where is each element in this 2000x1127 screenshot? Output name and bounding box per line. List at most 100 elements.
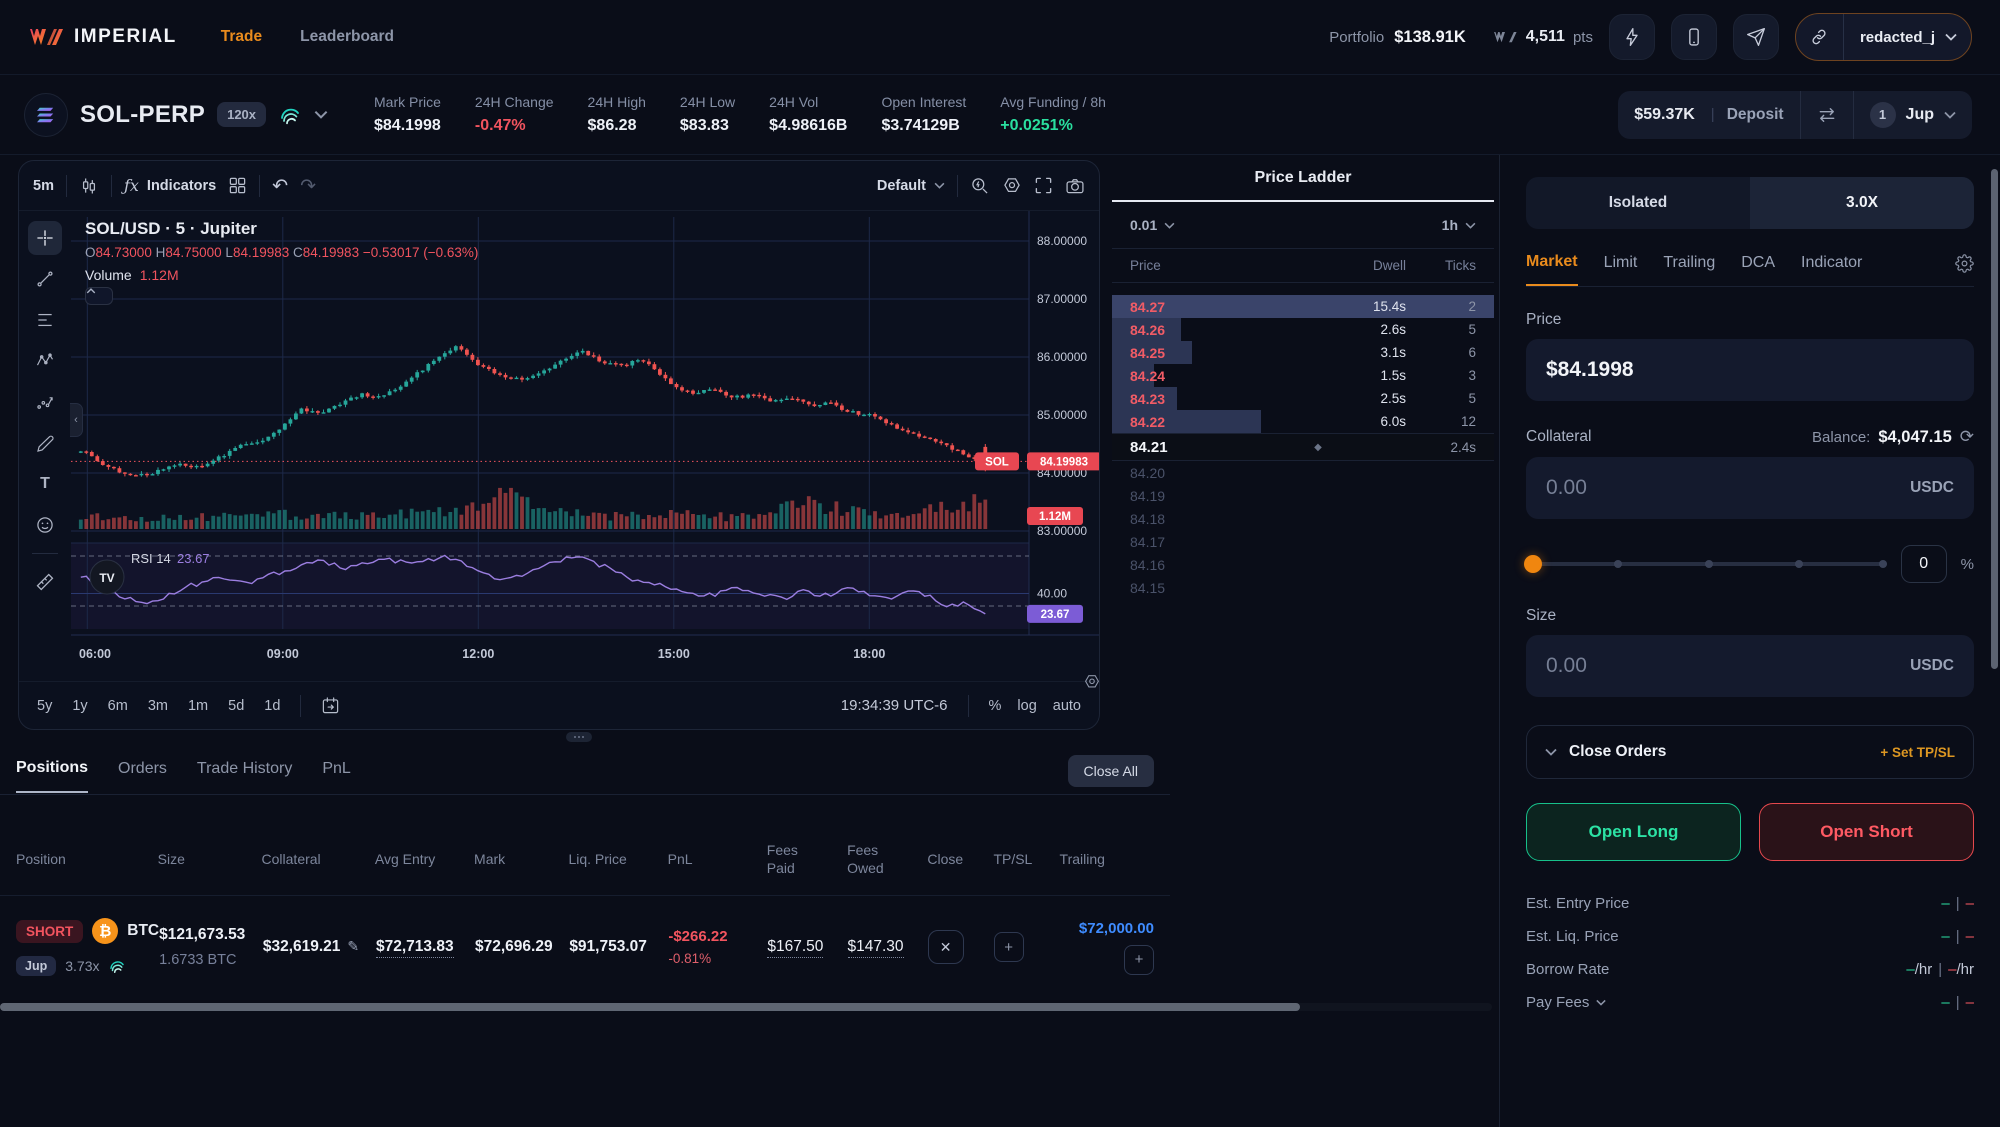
add-tpsl-button[interactable]: +	[994, 932, 1024, 962]
portfolio-value[interactable]: $138.91K	[1394, 28, 1466, 47]
ladder-row[interactable]: 84.27 15.4s 2	[1112, 295, 1494, 318]
window-selector[interactable]: 1h	[1442, 217, 1476, 233]
ladder-row[interactable]: 84.22 6.0s 12	[1112, 410, 1494, 433]
legend-collapse-button[interactable]	[85, 287, 113, 305]
wallet-link-area[interactable]	[1796, 14, 1844, 60]
panel-collapse-handle[interactable]: ‹	[70, 403, 83, 437]
tab-pnl[interactable]: PnL	[322, 760, 350, 792]
nav-leaderboard[interactable]: Leaderboard	[300, 28, 394, 46]
size-input[interactable]: 0.00 USDC	[1526, 635, 1974, 697]
undo-button[interactable]: ↶	[272, 175, 288, 197]
ladder-row[interactable]: 84.25 3.1s 6	[1112, 341, 1494, 364]
order-tab-limit[interactable]: Limit	[1604, 254, 1638, 285]
nav-trade[interactable]: Trade	[221, 28, 262, 46]
fees-owed-cell: $147.30	[848, 938, 928, 956]
tab-positions[interactable]: Positions	[16, 759, 88, 793]
boost-button[interactable]	[1609, 14, 1655, 60]
leverage-button[interactable]: 3.0X	[1750, 177, 1974, 229]
collateral-input[interactable]: 0.00 USDC	[1526, 457, 1974, 519]
order-tab-market[interactable]: Market	[1526, 253, 1578, 286]
open-long-button[interactable]: Open Long	[1526, 803, 1741, 861]
trailing-value[interactable]: $72,000.00	[1060, 920, 1154, 937]
scale-log[interactable]: log	[1017, 698, 1036, 714]
edit-collateral-icon[interactable]: ✎	[347, 938, 359, 954]
crosshair-tool[interactable]	[28, 221, 62, 255]
go-to-date-button[interactable]	[321, 696, 340, 715]
indicators-button[interactable]: ƒx Indicators	[124, 176, 216, 195]
mobile-app-button[interactable]	[1671, 14, 1717, 60]
ladder-row[interactable]: 84.26 2.6s 5	[1112, 318, 1494, 341]
ladder-row-empty[interactable]: 84.19	[1112, 484, 1494, 507]
order-tab-dca[interactable]: DCA	[1741, 254, 1775, 285]
deposit-button[interactable]: $59.37K | Deposit	[1618, 91, 1799, 139]
telegram-button[interactable]	[1733, 14, 1779, 60]
tab-trade-history[interactable]: Trade History	[197, 760, 292, 792]
ladder-current-row[interactable]: 84.21 ◆ 2.4s	[1112, 433, 1494, 461]
slider-percent-input[interactable]: 0	[1901, 545, 1947, 583]
order-settings-gear-icon[interactable]	[1955, 254, 1974, 286]
quick-search-button[interactable]	[970, 176, 990, 196]
redo-button[interactable]: ↷	[300, 175, 316, 197]
solana-icon	[24, 93, 68, 137]
slider-thumb[interactable]	[1524, 555, 1542, 573]
ladder-row[interactable]: 84.24 1.5s 3	[1112, 364, 1494, 387]
route-selector[interactable]: 1 Jup	[1853, 91, 1972, 139]
range-1d[interactable]: 1d	[264, 698, 280, 714]
collateral-slider[interactable]	[1526, 562, 1887, 566]
snapshot-button[interactable]	[1065, 176, 1085, 196]
fib-retracement-tool[interactable]	[28, 303, 62, 337]
horizontal-scrollbar[interactable]	[0, 1003, 1492, 1011]
add-trailing-button[interactable]: +	[1124, 945, 1154, 975]
points-display[interactable]: 4,511 pts	[1492, 28, 1593, 46]
scale-auto[interactable]: auto	[1053, 698, 1081, 714]
order-tab-indicator[interactable]: Indicator	[1801, 254, 1862, 285]
tab-orders[interactable]: Orders	[118, 760, 167, 792]
forecast-tool[interactable]	[28, 385, 62, 419]
close-position-button[interactable]: ✕	[928, 930, 964, 964]
set-tpsl-button[interactable]: + Set TP/SL	[1880, 745, 1955, 760]
imperial-logo[interactable]: IMPERIAL	[28, 25, 177, 49]
panel-resize-grip[interactable]	[566, 732, 592, 742]
range-6m[interactable]: 6m	[108, 698, 128, 714]
layout-grid-button[interactable]	[228, 176, 247, 195]
text-tool[interactable]: T	[28, 467, 62, 501]
price-input[interactable]: $84.1998	[1526, 339, 1974, 401]
tick-size-selector[interactable]: 0.01	[1130, 217, 1175, 233]
brush-tool[interactable]	[28, 426, 62, 460]
interval-button[interactable]: 5m	[33, 178, 54, 194]
ladder-row-empty[interactable]: 84.16	[1112, 553, 1494, 576]
trend-line-tool[interactable]	[28, 262, 62, 296]
ladder-row-empty[interactable]: 84.18	[1112, 507, 1494, 530]
candle-style-button[interactable]	[79, 176, 99, 196]
range-1m[interactable]: 1m	[188, 698, 208, 714]
measure-tool[interactable]	[28, 565, 62, 599]
chart-settings-button[interactable]	[1002, 176, 1022, 196]
ladder-row-empty[interactable]: 84.20	[1112, 461, 1494, 484]
fullscreen-button[interactable]	[1034, 176, 1053, 195]
chart-plot-area[interactable]: 88.0000087.0000086.0000085.0000084.00000…	[71, 211, 1099, 681]
refresh-balance-icon[interactable]: ⟳	[1960, 427, 1974, 447]
swap-button[interactable]	[1800, 91, 1853, 139]
close-all-button[interactable]: Close All	[1068, 755, 1154, 787]
margin-mode-button[interactable]: Isolated	[1526, 177, 1750, 229]
chart-clock[interactable]: 19:34:39 UTC-6	[841, 697, 948, 714]
scale-%[interactable]: %	[989, 698, 1002, 714]
ladder-row[interactable]: 84.23 2.5s 5	[1112, 387, 1494, 410]
phone-icon	[1684, 27, 1704, 47]
open-short-button[interactable]: Open Short	[1759, 803, 1974, 861]
scrollbar-thumb[interactable]	[0, 1003, 1300, 1011]
vertical-scrollbar[interactable]	[1991, 169, 1998, 669]
ladder-row-empty[interactable]: 84.17	[1112, 530, 1494, 553]
range-5d[interactable]: 5d	[228, 698, 244, 714]
market-selector[interactable]: SOL-PERP 120x	[24, 93, 374, 137]
range-3m[interactable]: 3m	[148, 698, 168, 714]
close-orders-expander[interactable]: Close Orders + Set TP/SL	[1526, 725, 1974, 779]
ladder-row-empty[interactable]: 84.15	[1112, 576, 1494, 599]
wallet-menu[interactable]: redacted_j	[1795, 13, 1972, 61]
order-tab-trailing[interactable]: Trailing	[1663, 254, 1715, 285]
range-1y[interactable]: 1y	[72, 698, 87, 714]
range-5y[interactable]: 5y	[37, 698, 52, 714]
template-selector[interactable]: Default	[877, 178, 945, 194]
pattern-tool[interactable]	[28, 344, 62, 378]
emoji-tool[interactable]	[28, 508, 62, 542]
